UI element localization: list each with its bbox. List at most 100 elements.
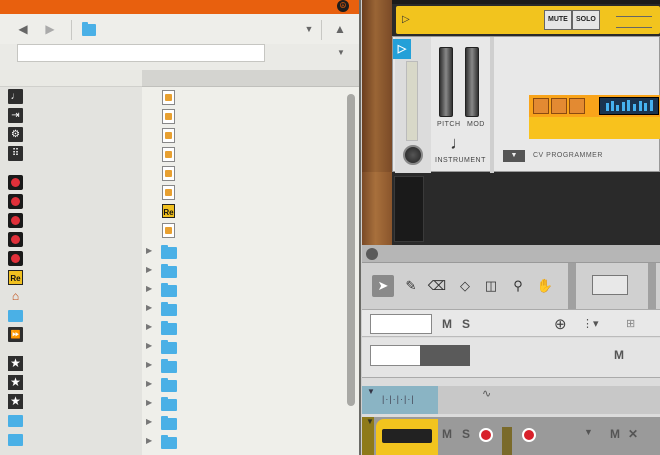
expand-triangle-icon[interactable]: ▶ (146, 360, 152, 369)
list-item[interactable] (162, 128, 176, 143)
expand-triangle-icon[interactable]: ▶ (146, 303, 152, 312)
location-item[interactable] (8, 308, 23, 323)
mini-fader[interactable] (616, 16, 652, 28)
location-item[interactable]: ⌂ (8, 289, 23, 304)
favorite-item[interactable]: ★ (8, 375, 23, 390)
list-item[interactable] (162, 166, 176, 181)
pencil-tool-icon[interactable]: ✎ (400, 275, 422, 297)
folder-row[interactable]: ▶ (142, 337, 342, 356)
solo-button[interactable]: SOLO (572, 10, 600, 30)
list-item[interactable] (162, 147, 176, 162)
folder-row[interactable]: ▶ (142, 280, 342, 299)
eraser-tool-icon[interactable]: ⌫ (426, 275, 448, 297)
record-enable-icon[interactable] (479, 428, 493, 442)
list-item[interactable] (162, 223, 176, 238)
seq-button[interactable] (569, 98, 585, 114)
lane-collapse-icon[interactable]: ▼ (367, 387, 375, 396)
contents-header[interactable] (142, 70, 361, 87)
track-collapse-icon[interactable]: ▼ (366, 417, 374, 426)
expand-triangle-icon[interactable]: ▶ (146, 398, 152, 407)
folder-row[interactable]: ▶ (142, 432, 342, 451)
track-row-instrument[interactable]: ▼ M S ▼ M ✕ (362, 417, 660, 455)
add-track-icon[interactable]: ⊕ (554, 315, 567, 333)
track-row[interactable]: M (362, 338, 660, 378)
folder-row[interactable]: ▶ (142, 375, 342, 394)
mute-button[interactable]: M (610, 427, 620, 441)
close-icon[interactable]: ✕ (628, 427, 638, 441)
folder-row[interactable]: ▶ (142, 356, 342, 375)
location-item[interactable]: Re (8, 270, 23, 285)
mute-button[interactable]: M (442, 317, 452, 331)
mute-button[interactable]: M (614, 348, 624, 362)
folder-row[interactable]: ▶ (142, 394, 342, 413)
location-item[interactable]: ⠿ (8, 146, 23, 161)
location-item[interactable] (8, 232, 23, 247)
device-fold-icon[interactable]: ▷ (393, 39, 411, 59)
pitch-wheel[interactable] (439, 47, 453, 117)
location-item[interactable] (8, 413, 23, 428)
select-tool-icon[interactable]: ➤ (372, 275, 394, 297)
forward-arrow-icon[interactable]: ▶ (43, 22, 57, 36)
favorite-item[interactable]: ★ (8, 394, 23, 409)
location-item[interactable] (8, 251, 23, 266)
play-triangle-icon[interactable]: ▷ (402, 14, 410, 25)
list-item[interactable] (162, 185, 176, 200)
list-item[interactable] (162, 90, 176, 105)
automation-icon[interactable]: ⋮▾ (582, 317, 599, 330)
location-item[interactable] (8, 194, 23, 209)
hand-tool-icon[interactable]: ✋ (534, 275, 556, 297)
expand-triangle-icon[interactable]: ▶ (146, 284, 152, 293)
solo-button[interactable]: S (462, 317, 470, 331)
record-button-icon[interactable] (522, 428, 536, 442)
track-name-field[interactable] (370, 314, 432, 334)
browser-scrollbar[interactable] (347, 94, 355, 406)
location-item[interactable]: ⇥ (8, 108, 23, 123)
razor-tool-icon[interactable]: ◇ (454, 275, 476, 297)
seq-button[interactable] (533, 98, 549, 114)
folder-row[interactable]: ▶ (142, 413, 342, 432)
expand-triangle-icon[interactable]: ▶ (146, 265, 152, 274)
back-arrow-icon[interactable]: ◀ (16, 22, 30, 36)
expand-triangle-icon[interactable]: ▶ (146, 341, 152, 350)
location-item[interactable]: ♩ (8, 89, 23, 104)
list-item[interactable]: Re (162, 204, 176, 218)
cv-programmer-toggle[interactable]: ▼ (503, 150, 525, 162)
expand-triangle-icon[interactable]: ▶ (146, 322, 152, 331)
location-item[interactable]: ⚙ (8, 127, 23, 142)
volume-knob[interactable] (403, 145, 423, 165)
folder-row[interactable]: ▶ (142, 242, 342, 261)
track-dropdown-icon[interactable]: ▼ (584, 427, 593, 437)
panel-toggle-icon[interactable] (366, 248, 378, 260)
magnify-tool-icon[interactable]: ⚲ (507, 275, 529, 297)
browser-search-input[interactable] (17, 44, 265, 62)
location-item[interactable] (8, 213, 23, 228)
search-dropdown-icon[interactable]: ▼ (334, 46, 348, 60)
folder-row[interactable]: ▶ (142, 261, 342, 280)
list-item[interactable] (162, 109, 176, 124)
folder-row[interactable]: ▶ (142, 299, 342, 318)
automation-icon[interactable]: ∿ (482, 387, 491, 400)
pane-splitter[interactable] (359, 0, 361, 455)
expand-triangle-icon[interactable]: ▶ (146, 379, 152, 388)
seq-button[interactable] (551, 98, 567, 114)
mod-wheel[interactable] (465, 47, 479, 117)
mute-button[interactable]: MUTE (544, 10, 572, 30)
location-dropdown-icon[interactable]: ▼ (302, 22, 316, 36)
favorite-item[interactable]: ★ (8, 356, 23, 371)
mute-tool-icon[interactable]: ◫ (480, 275, 502, 297)
location-folder-icon[interactable] (82, 22, 96, 36)
location-item[interactable]: ⏩ (8, 327, 23, 342)
expand-triangle-icon[interactable]: ▶ (146, 417, 152, 426)
solo-button[interactable]: S (462, 427, 470, 441)
up-arrow-icon[interactable]: ▲ (333, 22, 347, 36)
toolbar-field[interactable] (592, 275, 628, 295)
expand-triangle-icon[interactable]: ▶ (146, 436, 152, 445)
lane-ruler[interactable]: ▼ |·|·|·|·| (362, 386, 438, 414)
location-item[interactable] (8, 175, 23, 190)
grid-icon[interactable]: ⊞ (626, 317, 635, 330)
mute-button[interactable]: M (442, 427, 452, 441)
folder-row[interactable]: ▶ (142, 318, 342, 337)
expand-triangle-icon[interactable]: ▶ (146, 246, 152, 255)
location-item[interactable] (8, 432, 23, 447)
patch-red-icon (8, 213, 23, 228)
